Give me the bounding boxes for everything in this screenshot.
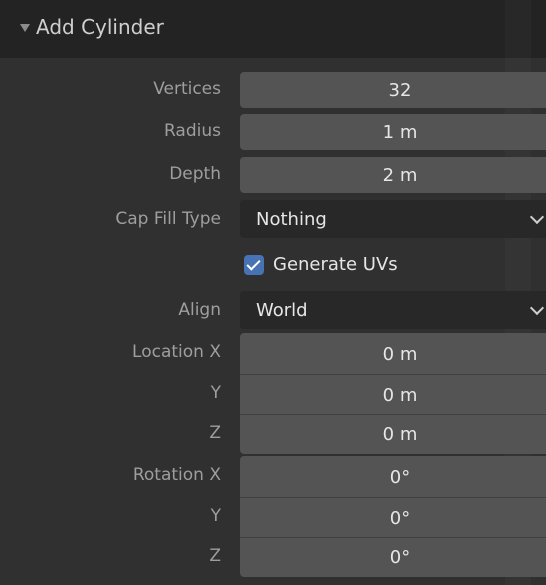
vertices-value: 32 [388,79,412,101]
panel-title: Add Cylinder [36,15,164,39]
location-z-label: Z [209,423,221,443]
radius-value: 1 m [382,121,418,143]
chevron-down-icon [529,209,545,225]
rotation-z-label: Z [209,546,221,566]
location-y-label: Y [210,383,221,403]
rotation-z-field[interactable]: 0° [240,537,546,577]
rotation-y-label: Y [210,506,221,526]
location-x-value: 0 m [382,343,418,365]
rotation-z-value: 0° [389,547,411,568]
chevron-down-icon [529,300,545,316]
radius-field[interactable]: 1 m [240,114,546,150]
rotation-x-label: Rotation X [132,465,221,485]
location-z-value: 0 m [382,424,418,445]
location-y-value: 0 m [382,384,418,406]
location-x-label: Location X [132,342,221,362]
rotation-x-value: 0° [389,466,411,488]
vertices-label: Vertices [153,79,221,99]
location-z-field[interactable]: 0 m [240,414,546,454]
rotation-y-field[interactable]: 0° [240,497,546,538]
operator-panel: Add Cylinder Vertices 32 Radius 1 m Dept… [0,0,546,585]
cap-fill-type-value: Nothing [256,208,327,230]
generate-uvs-label[interactable]: Generate UVs [273,254,398,275]
depth-field[interactable]: 2 m [240,157,546,193]
generate-uvs-checkbox[interactable] [244,255,264,275]
rotation-y-value: 0° [389,507,411,529]
depth-label: Depth [169,164,221,184]
align-dropdown[interactable]: World [240,291,546,329]
radius-label: Radius [163,121,221,141]
vertices-field[interactable]: 32 [240,72,546,108]
rotation-x-field[interactable]: 0° [240,456,546,498]
panel-header[interactable]: Add Cylinder [0,0,546,58]
location-y-field[interactable]: 0 m [240,374,546,415]
cap-fill-type-dropdown[interactable]: Nothing [240,200,546,238]
depth-value: 2 m [382,164,418,186]
cap-fill-type-label: Cap Fill Type [115,209,221,229]
location-x-field[interactable]: 0 m [240,333,546,375]
triangle-down-icon[interactable] [20,24,30,32]
align-label: Align [178,300,221,320]
align-value: World [256,299,308,321]
